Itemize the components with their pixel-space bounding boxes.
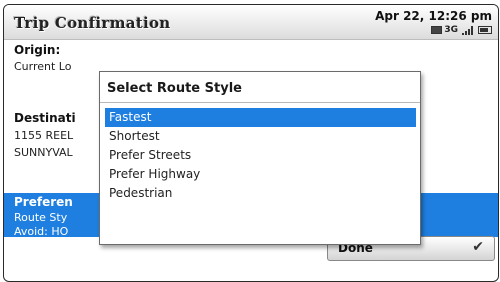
route-style-dialog: Select Route Style Fastest Shortest Pref… [99, 71, 421, 245]
route-style-text: Route Sty [14, 211, 68, 224]
route-option[interactable]: Pedestrian [105, 184, 416, 203]
dialog-title: Select Route Style [107, 81, 242, 96]
screen-title: Trip Confirmation [14, 14, 171, 32]
destination-address-line2[interactable]: SUNNYVAL [14, 146, 73, 159]
signal-strength-icon [462, 25, 473, 35]
date-time: Apr 22, 12:26 pm [375, 9, 492, 23]
route-option[interactable]: Shortest [105, 127, 416, 146]
message-icon [431, 26, 443, 34]
route-option[interactable]: Fastest [105, 108, 416, 127]
title-bar: Trip Confirmation Apr 22, 12:26 pm 3G [4, 5, 498, 40]
route-option[interactable]: Prefer Streets [105, 146, 416, 165]
status-icons: 3G [431, 25, 492, 35]
device-screen: Trip Confirmation Apr 22, 12:26 pm 3G Or… [3, 4, 499, 282]
route-option[interactable]: Prefer Highway [105, 165, 416, 184]
dialog-divider [100, 102, 420, 103]
avoid-text: Avoid: HO [14, 225, 69, 238]
preferences-label: Preferen [14, 195, 73, 209]
destination-label: Destinati [14, 111, 76, 125]
destination-address-line1[interactable]: 1155 REEL [14, 129, 73, 142]
battery-icon [478, 26, 492, 34]
origin-label: Origin: [14, 43, 61, 57]
origin-value[interactable]: Current Lo [14, 60, 71, 73]
network-type: 3G [444, 25, 458, 35]
chevron-check-icon: ✔ [472, 239, 484, 255]
